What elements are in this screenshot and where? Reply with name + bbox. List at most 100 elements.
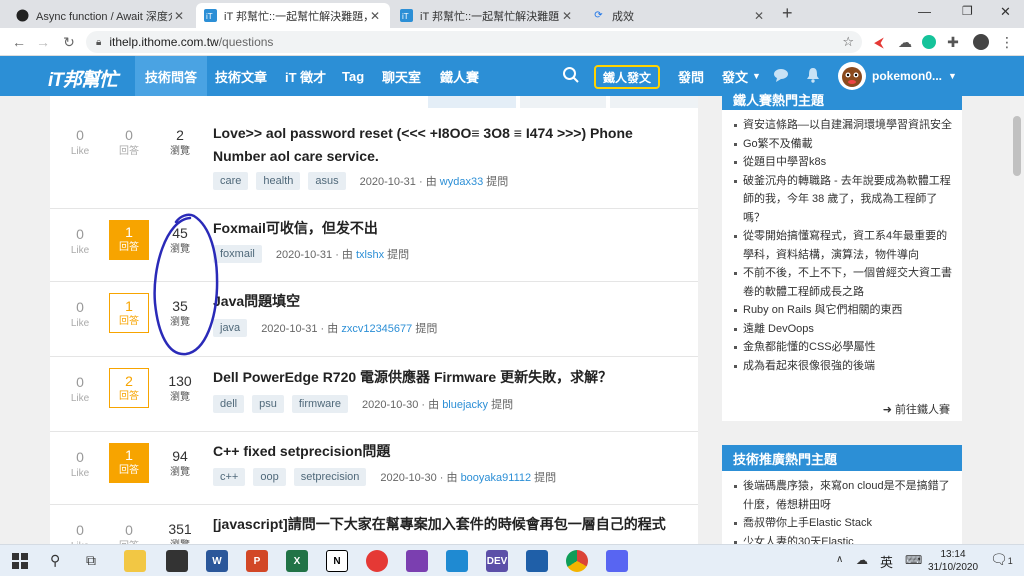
topic-link[interactable]: Ruby on Rails 與它們相關的東西 xyxy=(734,301,952,320)
browser-tab-4[interactable]: ⟳ 成效 ✕ xyxy=(584,3,774,28)
nav-jobs[interactable]: iT 徵才 xyxy=(275,56,336,96)
extension-cloud-icon[interactable]: ☁ xyxy=(896,33,914,51)
scrollbar-thumb[interactable] xyxy=(1013,116,1021,176)
topic-link[interactable]: 遠離 DevOops xyxy=(734,320,952,339)
close-icon[interactable]: ✕ xyxy=(560,9,574,23)
ironman-post-button[interactable]: 鐵人發文 xyxy=(594,65,660,89)
tag[interactable]: setprecision xyxy=(293,468,367,486)
back-icon[interactable]: ← xyxy=(10,33,28,51)
notification-center-icon[interactable]: 🗨︎1 xyxy=(990,551,1013,568)
extensions-puzzle-icon[interactable]: ✚ xyxy=(944,33,962,51)
nav-ask-button[interactable]: 發問 xyxy=(668,56,714,96)
browser-tab-2[interactable]: iT iT 邦幫忙::一起幫忙解決難題，拯 ✕ xyxy=(196,3,390,28)
browser-menu-icon[interactable]: ⋮ xyxy=(998,33,1016,51)
discord-icon[interactable] xyxy=(606,550,628,572)
windows-start-icon[interactable] xyxy=(12,553,28,572)
taskbar-search-icon[interactable]: ⚲ xyxy=(50,552,60,569)
topic-link[interactable]: 後端碼農序猿，來寫on cloud是不是搞錯了什麼，倦想耕田呀 xyxy=(734,477,952,514)
author-link[interactable]: booyaka91112 xyxy=(461,472,532,484)
notion-icon[interactable]: N xyxy=(326,550,348,572)
chat-bubble-icon[interactable] xyxy=(773,68,789,86)
file-explorer-icon[interactable] xyxy=(124,550,146,572)
site-logo[interactable]: iT邦幫忙 xyxy=(48,65,118,92)
question-title[interactable]: Love>> aol password reset (<<< +I8OO≡ 3O… xyxy=(213,122,683,168)
powerpoint-icon[interactable]: P xyxy=(246,550,268,572)
chrome-icon[interactable] xyxy=(566,550,588,572)
nav-tag[interactable]: Tag xyxy=(332,56,374,96)
topic-link[interactable]: 不前不後，不上不下，一個曾經交大資工書卷的軟體工程師成長之路 xyxy=(734,264,952,301)
window-close-icon[interactable]: ✕ xyxy=(1000,4,1011,20)
onedrive-icon[interactable]: ☁ xyxy=(856,553,868,567)
tag[interactable]: dell xyxy=(213,395,245,413)
tag[interactable]: firmware xyxy=(291,395,349,413)
question-title[interactable]: C++ fixed setprecision問題 xyxy=(213,440,683,463)
question-title[interactable]: Foxmail可收信，但发不出 xyxy=(213,217,683,240)
list-tab[interactable] xyxy=(610,96,698,108)
notification-bell-icon[interactable] xyxy=(806,67,820,86)
browser-tab-3[interactable]: iT iT 邦幫忙::一起幫忙解決難題，拯 ✕ xyxy=(392,3,582,28)
page-scrollbar[interactable] xyxy=(1010,96,1024,544)
profile-avatar[interactable] xyxy=(972,33,990,51)
topic-link[interactable]: 成為看起來很像很強的後端 xyxy=(734,357,952,376)
tag[interactable]: care xyxy=(213,172,249,190)
restore-icon[interactable]: ❐ xyxy=(962,4,973,18)
answer-count-solved: 1 回答 xyxy=(109,220,149,260)
topic-link[interactable]: 喬叔帶你上手Elastic Stack xyxy=(734,514,952,533)
tag[interactable]: psu xyxy=(252,395,284,413)
word-icon[interactable]: W xyxy=(206,550,228,572)
list-tab[interactable] xyxy=(428,96,516,108)
author-link[interactable]: bluejacky xyxy=(442,399,488,411)
topic-link[interactable]: 金魚都能懂的CSS必學屬性 xyxy=(734,338,952,357)
tag[interactable]: asus xyxy=(308,172,346,190)
close-icon[interactable]: ✕ xyxy=(368,9,382,23)
app-icon[interactable] xyxy=(526,550,548,572)
author-link[interactable]: zxcv12345677 xyxy=(341,323,412,335)
tag[interactable]: c++ xyxy=(213,468,246,486)
topic-link[interactable]: 資安這條路—以自建漏洞環境學習資訊安全 xyxy=(734,116,952,135)
topic-link[interactable]: Go繁不及備載 xyxy=(734,135,952,154)
extension-red-icon[interactable]: ⮜ xyxy=(870,33,888,51)
author-link[interactable]: txlshx xyxy=(356,249,384,261)
ime-icon[interactable]: ⌨ xyxy=(905,553,922,567)
visual-studio-icon[interactable] xyxy=(406,550,428,572)
input-language[interactable]: 英 xyxy=(880,552,893,571)
nav-tech-articles[interactable]: 技術文章 xyxy=(205,56,277,96)
devc-icon[interactable]: DEV xyxy=(486,550,508,572)
tray-chevron-up-icon[interactable]: ∧ xyxy=(836,554,843,565)
question-title[interactable]: Dell PowerEdge R720 電源供應器 Firmware 更新失敗，… xyxy=(213,366,683,389)
topic-link[interactable]: 從題目中學習k8s xyxy=(734,153,952,172)
close-icon[interactable]: ✕ xyxy=(752,9,766,23)
list-tab[interactable] xyxy=(520,96,606,108)
new-tab-icon[interactable]: + xyxy=(782,3,793,24)
view-count: 2 瀏覽 xyxy=(170,127,190,157)
minimize-icon[interactable]: — xyxy=(918,4,931,19)
excel-icon[interactable]: X xyxy=(286,550,308,572)
nav-tech-qa[interactable]: 技術問答 xyxy=(135,56,208,96)
search-icon[interactable] xyxy=(562,66,580,87)
task-view-icon[interactable]: ⧉ xyxy=(86,552,96,569)
reload-icon[interactable]: ↻ xyxy=(60,33,78,51)
url-field[interactable]: 🔒︎ ithelp.ithome.com.tw/questions ☆ xyxy=(86,31,862,53)
headphones-app-icon[interactable] xyxy=(366,550,388,572)
topic-link[interactable]: 從零開始搞懂寫程式，資工系4年最重要的學科，資料結構，演算法，物件導向 xyxy=(734,227,952,264)
tag[interactable]: oop xyxy=(253,468,286,486)
answer-count-solved: 1 回答 xyxy=(109,443,149,483)
grammarly-icon[interactable] xyxy=(920,33,938,51)
bookmark-star-icon[interactable]: ☆ xyxy=(842,34,854,50)
topic-link[interactable]: 破釜沉舟的轉職路 - 去年說要成為軟體工程師的我，今年 38 歲了，我成為工程師… xyxy=(734,172,952,228)
close-icon[interactable]: ✕ xyxy=(172,9,186,23)
forward-icon[interactable]: → xyxy=(34,33,52,51)
nav-chatroom[interactable]: 聊天室 xyxy=(372,56,431,96)
vscode-icon[interactable] xyxy=(446,550,468,572)
question-title[interactable]: [javascript]請問一下大家在幫專案加入套件的時候會再包一層自己的程式 xyxy=(213,513,683,536)
go-to-ironman-link[interactable]: ➜ 前往鐵人賽 xyxy=(883,401,950,417)
ironman-panel-title: 鐵人賽熱門主題 xyxy=(722,93,962,110)
clock[interactable]: 13:14 31/10/2020 xyxy=(928,548,978,574)
browser-tab-1[interactable]: Async function / Await 深度介紹 ✕ xyxy=(8,3,194,28)
question-title[interactable]: Java問題填空 xyxy=(213,290,683,313)
user-menu[interactable]: pokemon0... ▼ xyxy=(862,56,967,96)
tag[interactable]: health xyxy=(256,172,301,190)
store-icon[interactable] xyxy=(166,550,188,572)
nav-ironman[interactable]: 鐵人賽 xyxy=(430,56,489,96)
author-link[interactable]: wydax33 xyxy=(440,176,483,188)
